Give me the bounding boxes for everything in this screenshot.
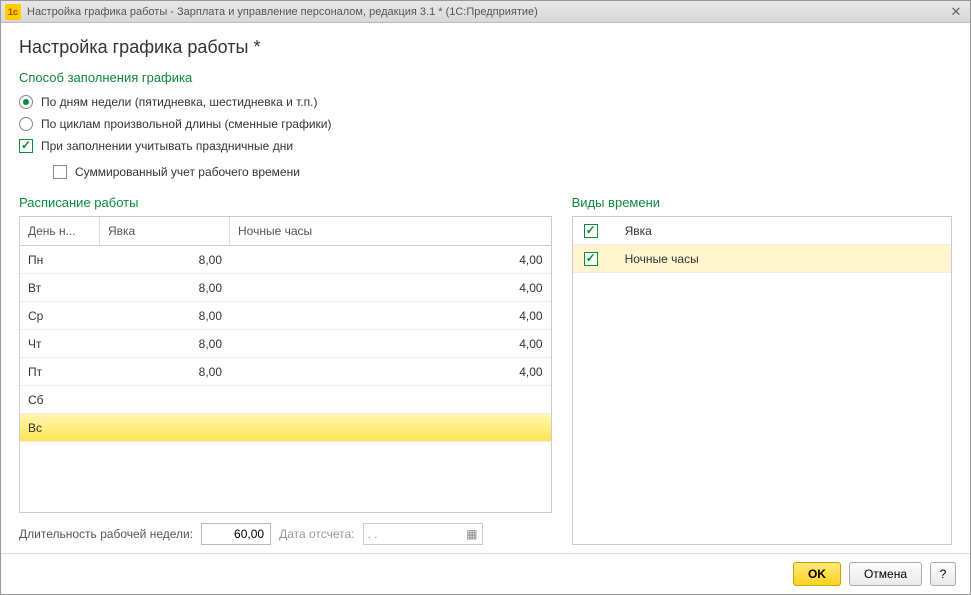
cell-day: Чт (20, 330, 100, 357)
titlebar: 1c Настройка графика работы - Зарплата и… (1, 1, 970, 23)
close-icon[interactable]: ✕ (946, 4, 966, 20)
radio-label: По циклам произвольной длины (сменные гр… (41, 117, 332, 131)
table-row[interactable]: Пт 8,00 4,00 (20, 358, 551, 386)
checkbox-cell[interactable] (573, 245, 617, 272)
cell-day: Ср (20, 302, 100, 329)
time-type-label: Явка (617, 217, 951, 244)
cell-night[interactable]: 4,00 (230, 274, 551, 301)
time-types-grid[interactable]: Явка Ночные часы (572, 216, 952, 545)
radio-label: По дням недели (пятидневка, шестидневка … (41, 95, 318, 109)
date-input[interactable]: . . ▦ (363, 523, 483, 545)
cancel-button[interactable]: Отмена (849, 562, 922, 586)
checkbox-holidays[interactable]: При заполнении учитывать праздничные дни (19, 139, 952, 153)
time-type-label: Ночные часы (617, 245, 951, 272)
cell-day: Пн (20, 246, 100, 273)
checkbox-icon[interactable] (53, 165, 67, 179)
week-length-input[interactable] (201, 523, 271, 545)
page-title: Настройка графика работы * (19, 37, 952, 58)
app-logo-icon: 1c (5, 4, 21, 20)
radio-icon[interactable] (19, 117, 33, 131)
checkbox-icon[interactable] (584, 252, 598, 266)
cell-attendance[interactable]: 8,00 (100, 274, 230, 301)
help-button[interactable]: ? (930, 562, 956, 586)
cell-day: Вс (20, 414, 100, 441)
footer: OK Отмена ? (1, 553, 970, 594)
cell-night[interactable] (230, 414, 551, 441)
cell-day: Пт (20, 358, 100, 385)
table-row[interactable]: Чт 8,00 4,00 (20, 330, 551, 358)
table-row[interactable]: Ср 8,00 4,00 (20, 302, 551, 330)
checkbox-summarized[interactable]: Суммированный учет рабочего времени (53, 165, 952, 179)
cell-attendance[interactable]: 8,00 (100, 358, 230, 385)
window-title: Настройка графика работы - Зарплата и уп… (27, 6, 946, 18)
table-row[interactable]: Пн 8,00 4,00 (20, 246, 551, 274)
date-placeholder: . . (368, 527, 378, 541)
cell-day: Сб (20, 386, 100, 413)
checkbox-label: Суммированный учет рабочего времени (75, 165, 300, 179)
schedule-grid[interactable]: День н... Явка Ночные часы Пн 8,00 4,00 … (19, 216, 552, 513)
list-item[interactable]: Явка (573, 217, 951, 245)
window: 1c Настройка графика работы - Зарплата и… (0, 0, 971, 595)
cell-night[interactable]: 4,00 (230, 246, 551, 273)
schedule-heading: Расписание работы (19, 195, 552, 210)
radio-icon[interactable] (19, 95, 33, 109)
cell-attendance[interactable] (100, 386, 230, 413)
radio-by-cycles[interactable]: По циклам произвольной длины (сменные гр… (19, 117, 952, 131)
table-row[interactable]: Сб (20, 386, 551, 414)
ok-button[interactable]: OK (793, 562, 841, 586)
checkbox-icon[interactable] (19, 139, 33, 153)
checkbox-label: При заполнении учитывать праздничные дни (41, 139, 293, 153)
cell-night[interactable]: 4,00 (230, 358, 551, 385)
cell-attendance[interactable] (100, 414, 230, 441)
list-item[interactable]: Ночные часы (573, 245, 951, 273)
radio-by-weekdays[interactable]: По дням недели (пятидневка, шестидневка … (19, 95, 952, 109)
schedule-grid-header: День н... Явка Ночные часы (20, 217, 551, 246)
col-attendance[interactable]: Явка (100, 217, 230, 245)
date-label: Дата отсчета: (279, 527, 354, 541)
fill-method-heading: Способ заполнения графика (19, 70, 952, 85)
content-area: Настройка графика работы * Способ заполн… (1, 23, 970, 553)
calendar-icon[interactable]: ▦ (466, 527, 477, 541)
week-length-label: Длительность рабочей недели: (19, 527, 193, 541)
bottom-row: Длительность рабочей недели: Дата отсчет… (19, 523, 552, 545)
table-row[interactable]: Вс (20, 414, 551, 442)
table-row[interactable]: Вт 8,00 4,00 (20, 274, 551, 302)
cell-night[interactable]: 4,00 (230, 330, 551, 357)
time-types-heading: Виды времени (572, 195, 952, 210)
checkbox-icon[interactable] (584, 224, 598, 238)
cell-night[interactable] (230, 386, 551, 413)
cell-attendance[interactable]: 8,00 (100, 246, 230, 273)
cell-day: Вт (20, 274, 100, 301)
checkbox-cell[interactable] (573, 217, 617, 244)
col-night[interactable]: Ночные часы (230, 217, 551, 245)
cell-attendance[interactable]: 8,00 (100, 330, 230, 357)
col-day[interactable]: День н... (20, 217, 100, 245)
cell-attendance[interactable]: 8,00 (100, 302, 230, 329)
cell-night[interactable]: 4,00 (230, 302, 551, 329)
